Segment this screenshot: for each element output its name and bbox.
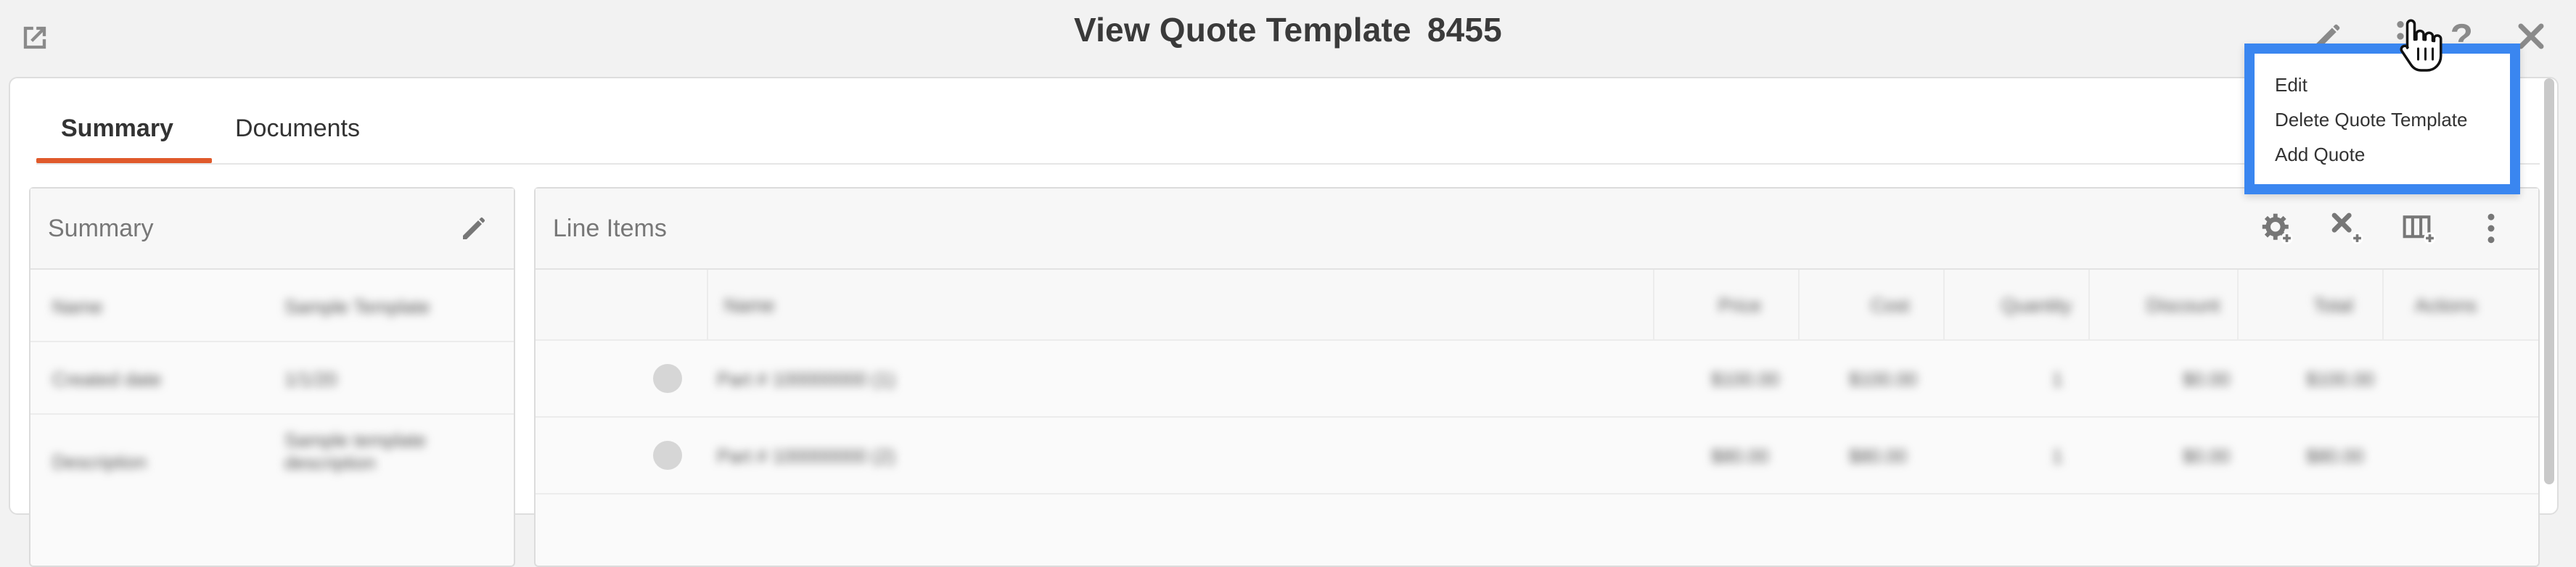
summary-row: Name Sample Template — [30, 270, 514, 342]
columns-plus-icon[interactable] — [2400, 209, 2440, 248]
item-cost: $100.00 — [1849, 368, 1917, 390]
column-divider — [2382, 270, 2384, 339]
column-header[interactable]: Discount — [2146, 294, 2220, 317]
hand-cursor-icon — [2395, 16, 2445, 74]
item-price: $100.00 — [1711, 368, 1779, 390]
column-header[interactable]: Quantity — [2001, 294, 2072, 317]
active-tab-indicator — [36, 158, 212, 163]
vertical-scrollbar[interactable] — [2544, 78, 2554, 484]
table-row: Part # 100000000 (2) $80.00 $80.00 1 $0.… — [536, 418, 2538, 494]
item-name: Part # 100000000 (2) — [717, 445, 895, 467]
column-divider — [1653, 270, 1654, 339]
column-header[interactable]: Price — [1718, 294, 1761, 317]
column-header[interactable]: Actions — [2415, 294, 2477, 317]
vertical-dots-icon[interactable] — [2472, 209, 2511, 248]
item-cost: $80.00 — [1849, 445, 1907, 467]
page-title: View Quote Template 8455 — [0, 10, 2576, 49]
table-row: Part # 100000000 (1) $100.00 $100.00 1 $… — [536, 341, 2538, 418]
column-header[interactable]: Total — [2313, 294, 2353, 317]
menu-item-edit[interactable]: Edit — [2275, 74, 2308, 96]
summary-row-label: Created date — [52, 368, 162, 390]
tab-documents[interactable]: Documents — [235, 115, 360, 143]
summary-row-label: Description — [52, 451, 147, 473]
tools-plus-icon[interactable] — [2328, 209, 2367, 248]
item-thumbnail — [653, 364, 682, 393]
summary-row-label: Name — [52, 296, 103, 318]
item-total: $80.00 — [2306, 445, 2364, 467]
column-divider — [1798, 270, 1800, 339]
summary-row: Created date 1/1/20 — [30, 342, 514, 415]
summary-row-value: Sample Template — [284, 296, 430, 318]
main-card: Summary Documents Summary Name Sample Te… — [9, 77, 2559, 567]
gear-plus-icon[interactable] — [2257, 209, 2297, 248]
summary-panel: Summary Name Sample Template Created dat… — [29, 187, 515, 567]
tab-divider — [36, 163, 2540, 165]
column-header[interactable]: Cost — [1871, 294, 1909, 317]
summary-row: Description Sample template description — [30, 415, 514, 502]
line-items-panel: Line Items Name Price Cost Quantity Disc… — [534, 187, 2540, 567]
column-divider — [2088, 270, 2090, 339]
summary-row-value: Sample template description — [284, 429, 427, 473]
column-header[interactable]: Name — [724, 294, 774, 317]
item-price: $80.00 — [1711, 445, 1769, 467]
item-quantity: 1 — [2052, 445, 2063, 467]
action-menu: Edit Delete Quote Template Add Quote — [2244, 44, 2520, 194]
line-items-header-row: Name Price Cost Quantity Discount Total … — [536, 270, 2538, 341]
item-thumbnail — [653, 441, 682, 470]
menu-item-add-quote[interactable]: Add Quote — [2275, 144, 2365, 166]
pencil-icon[interactable] — [457, 210, 492, 245]
menu-item-delete-quote-template[interactable]: Delete Quote Template — [2275, 109, 2467, 131]
item-total: $100.00 — [2306, 368, 2374, 390]
item-name: Part # 100000000 (1) — [717, 368, 895, 390]
summary-panel-title: Summary — [48, 215, 154, 242]
item-quantity: 1 — [2052, 368, 2063, 390]
line-items-panel-title: Line Items — [553, 215, 667, 242]
summary-panel-header: Summary — [30, 189, 514, 270]
line-items-panel-header: Line Items — [536, 189, 2538, 270]
column-divider — [707, 270, 708, 339]
page-title-text: View Quote Template — [1074, 11, 1411, 49]
column-divider — [1943, 270, 1945, 339]
tab-summary[interactable]: Summary — [61, 115, 173, 143]
column-divider — [2237, 270, 2239, 339]
item-discount: $0.00 — [2183, 368, 2231, 390]
item-discount: $0.00 — [2183, 445, 2231, 467]
quote-template-number: 8455 — [1427, 11, 1502, 49]
summary-row-value: 1/1/20 — [284, 368, 337, 390]
